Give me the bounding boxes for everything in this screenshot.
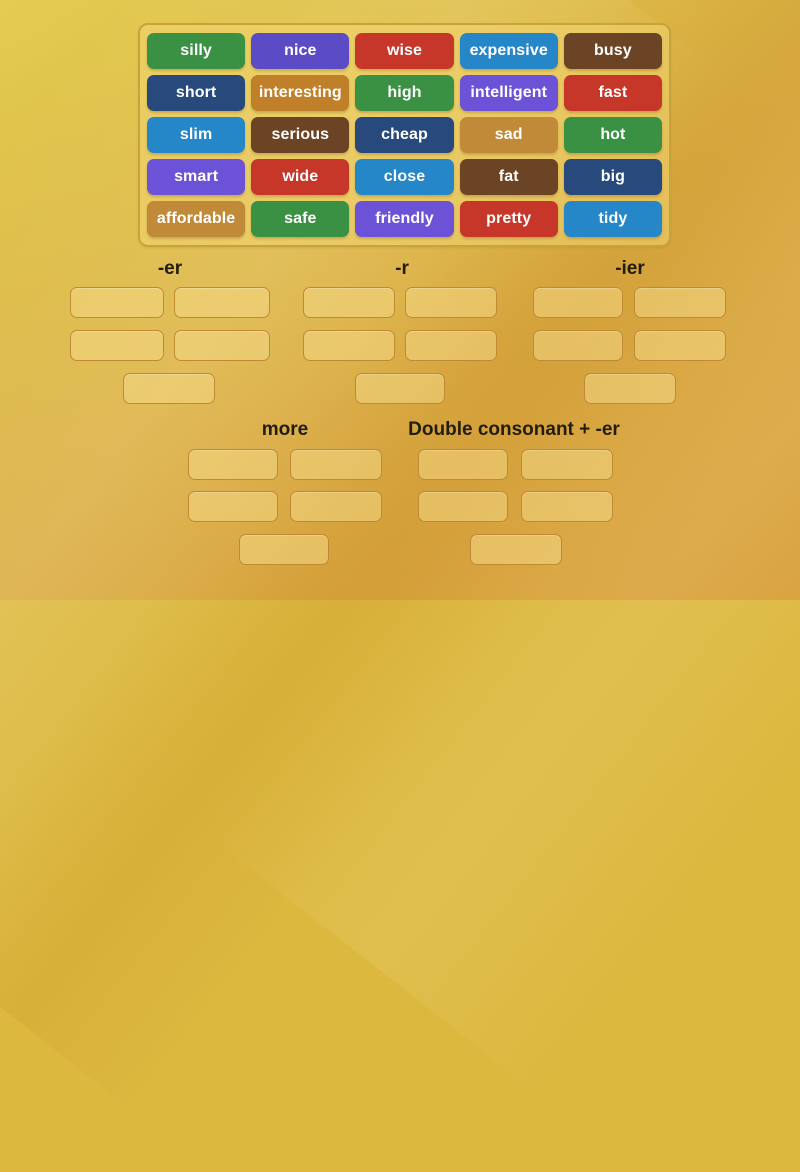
word-tile[interactable]: hot — [563, 117, 663, 153]
word-tile[interactable]: wise — [355, 33, 454, 69]
drop-slot[interactable] — [405, 330, 497, 361]
drop-slot[interactable] — [634, 287, 726, 318]
word-tile[interactable]: nice — [251, 33, 350, 69]
activity-stage: silly nice wise expensive busy short interesti… — [0, 0, 800, 600]
word-tile[interactable]: close — [355, 159, 454, 195]
word-tile[interactable]: big — [563, 159, 663, 195]
drop-slot[interactable] — [70, 287, 164, 318]
word-tile[interactable]: intelligent — [459, 75, 558, 111]
drop-slot[interactable] — [533, 330, 623, 361]
word-tile[interactable]: fast — [563, 75, 663, 111]
word-tile[interactable]: smart — [147, 159, 246, 195]
category-title: -ier — [615, 258, 645, 279]
drop-slot[interactable] — [470, 534, 562, 565]
word-tile[interactable]: sad — [459, 117, 558, 153]
drop-slot[interactable] — [123, 373, 215, 404]
word-tile[interactable]: short — [147, 75, 246, 111]
category-title: Double consonant + -er — [408, 419, 620, 440]
drop-slot[interactable] — [418, 491, 508, 522]
word-bank-panel: silly nice wise expensive busy short interesti… — [138, 23, 671, 247]
word-tile[interactable]: cheap — [355, 117, 454, 153]
drop-slot[interactable] — [239, 534, 329, 565]
word-tile[interactable]: interesting — [251, 75, 350, 111]
word-bank-row: silly nice wise expensive busy — [147, 33, 663, 69]
word-tile[interactable]: fat — [459, 159, 558, 195]
word-tile[interactable]: pretty — [459, 201, 558, 237]
word-tile[interactable]: friendly — [355, 201, 454, 237]
drop-slot[interactable] — [70, 330, 164, 361]
word-tile[interactable]: safe — [251, 201, 350, 237]
drop-slot[interactable] — [405, 287, 497, 318]
word-bank-row: affordable safe friendly pretty tidy — [147, 201, 663, 237]
category-title: -r — [395, 258, 409, 279]
drop-slot[interactable] — [174, 287, 270, 318]
drop-slot[interactable] — [521, 449, 613, 480]
drop-slot[interactable] — [355, 373, 445, 404]
word-tile[interactable]: affordable — [147, 201, 246, 237]
category-title: more — [261, 419, 309, 440]
drop-slot[interactable] — [303, 287, 395, 318]
drop-slot[interactable] — [174, 330, 270, 361]
word-tile[interactable]: tidy — [563, 201, 663, 237]
word-tile[interactable]: serious — [251, 117, 350, 153]
drop-slot[interactable] — [533, 287, 623, 318]
drop-slot[interactable] — [290, 491, 382, 522]
drop-slot[interactable] — [584, 373, 676, 404]
category-title: -er — [157, 258, 183, 279]
drop-slot[interactable] — [521, 491, 613, 522]
word-tile[interactable]: busy — [563, 33, 663, 69]
word-tile[interactable]: slim — [147, 117, 246, 153]
drop-slot[interactable] — [188, 449, 278, 480]
word-bank-row: slim serious cheap sad hot — [147, 117, 663, 153]
word-tile[interactable]: silly — [147, 33, 246, 69]
drop-slot[interactable] — [303, 330, 395, 361]
drop-slot[interactable] — [188, 491, 278, 522]
drop-slot[interactable] — [634, 330, 726, 361]
word-tile[interactable]: high — [355, 75, 454, 111]
word-bank-row: smart wide close fat big — [147, 159, 663, 195]
word-tile[interactable]: expensive — [459, 33, 558, 69]
word-tile[interactable]: wide — [251, 159, 350, 195]
drop-slot[interactable] — [418, 449, 508, 480]
word-bank-row: short interesting high intelligent fast — [147, 75, 663, 111]
drop-slot[interactable] — [290, 449, 382, 480]
